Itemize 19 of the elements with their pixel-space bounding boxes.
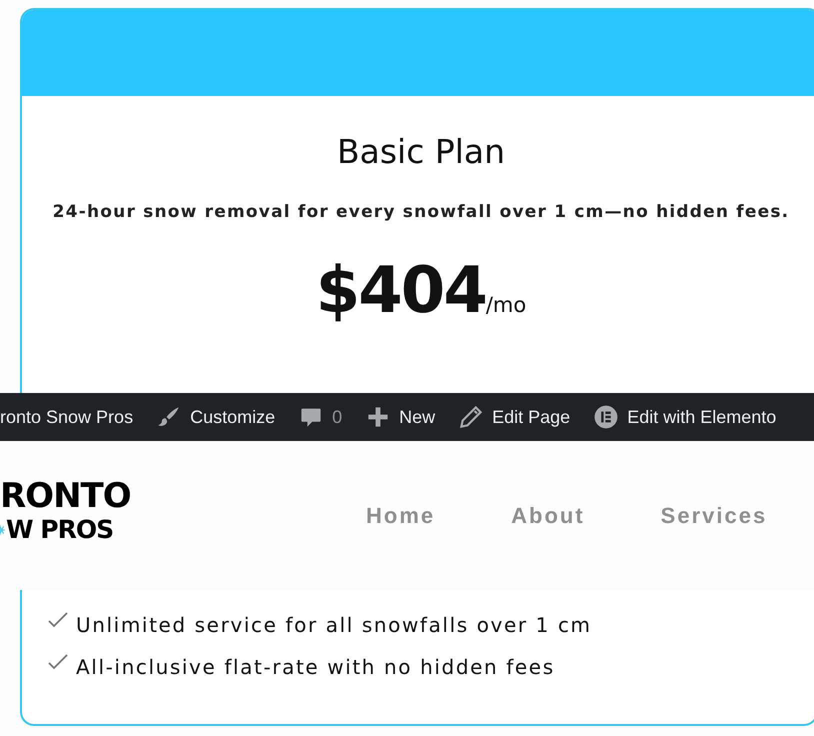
brush-icon bbox=[157, 405, 182, 429]
admin-bar-link[interactable]: 0 bbox=[299, 405, 342, 429]
admin-bar-link[interactable]: New bbox=[366, 405, 436, 429]
check-icon bbox=[48, 612, 68, 628]
plus-icon bbox=[366, 405, 390, 429]
admin-bar-link[interactable]: Edit Page bbox=[459, 405, 570, 429]
plan-price: $404 bbox=[316, 256, 486, 326]
check-icon bbox=[48, 654, 68, 670]
logo-text: RONTO bbox=[0, 476, 131, 514]
admin-bar-link[interactable]: ronto Snow Pros bbox=[0, 406, 134, 428]
price-period: /mo bbox=[486, 293, 526, 317]
admin-bar-link[interactable]: Edit with Elemento bbox=[594, 405, 776, 429]
admin-bar-link[interactable]: Customize bbox=[157, 405, 276, 429]
pencil-icon bbox=[459, 405, 484, 429]
feature-text: All-inclusive flat-rate with no hidden fees bbox=[76, 655, 555, 679]
logo-text: W PROS bbox=[6, 514, 114, 544]
plan-description: 24-hour snow removal for every snowfall over 1 cm—no hidden fees. bbox=[52, 201, 790, 224]
plan-title: Basic Plan bbox=[336, 132, 506, 172]
feature-text: Unlimited service for all snowfalls over 1 cm bbox=[76, 613, 592, 637]
